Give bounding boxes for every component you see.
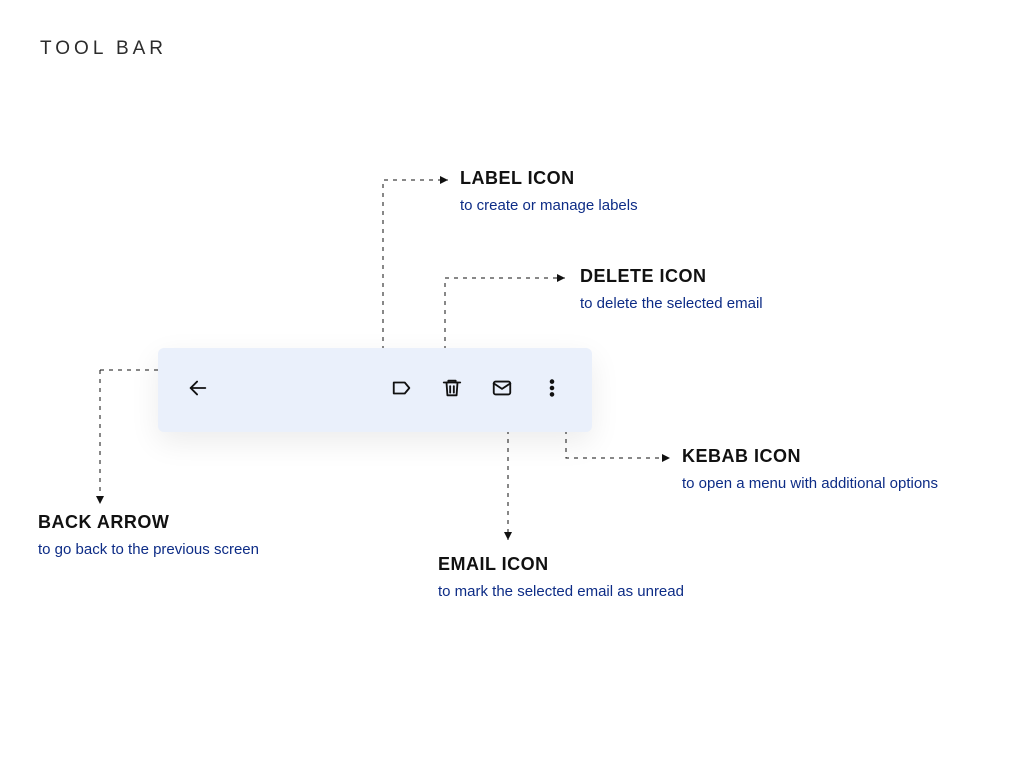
kebab-icon [541, 377, 563, 404]
label-button[interactable] [388, 376, 416, 404]
delete-icon [441, 377, 463, 404]
annotation-title: KEBAB ICON [682, 446, 952, 467]
delete-button[interactable] [438, 376, 466, 404]
back-button[interactable] [184, 376, 212, 404]
annotation-email: EMAIL ICON to mark the selected email as… [438, 554, 684, 602]
annotation-title: EMAIL ICON [438, 554, 684, 575]
annotation-label: LABEL ICON to create or manage labels [460, 168, 638, 216]
email-icon [491, 377, 513, 404]
annotation-desc: to go back to the previous screen [38, 539, 259, 560]
annotation-title: DELETE ICON [580, 266, 763, 287]
kebab-button[interactable] [538, 376, 566, 404]
annotation-desc: to open a menu with additional options [682, 473, 952, 494]
email-button[interactable] [488, 376, 516, 404]
annotation-back: BACK ARROW to go back to the previous sc… [38, 512, 259, 560]
annotation-desc: to delete the selected email [580, 293, 763, 314]
page-title: TOOL BAR [40, 38, 167, 60]
annotation-title: LABEL ICON [460, 168, 638, 189]
annotation-desc: to mark the selected email as unread [438, 581, 684, 602]
annotation-delete: DELETE ICON to delete the selected email [580, 266, 763, 314]
annotation-desc: to create or manage labels [460, 195, 638, 216]
annotation-kebab: KEBAB ICON to open a menu with additiona… [682, 446, 952, 494]
toolbar [158, 348, 592, 432]
annotation-title: BACK ARROW [38, 512, 259, 533]
label-icon [391, 377, 413, 404]
back-arrow-icon [187, 377, 209, 404]
